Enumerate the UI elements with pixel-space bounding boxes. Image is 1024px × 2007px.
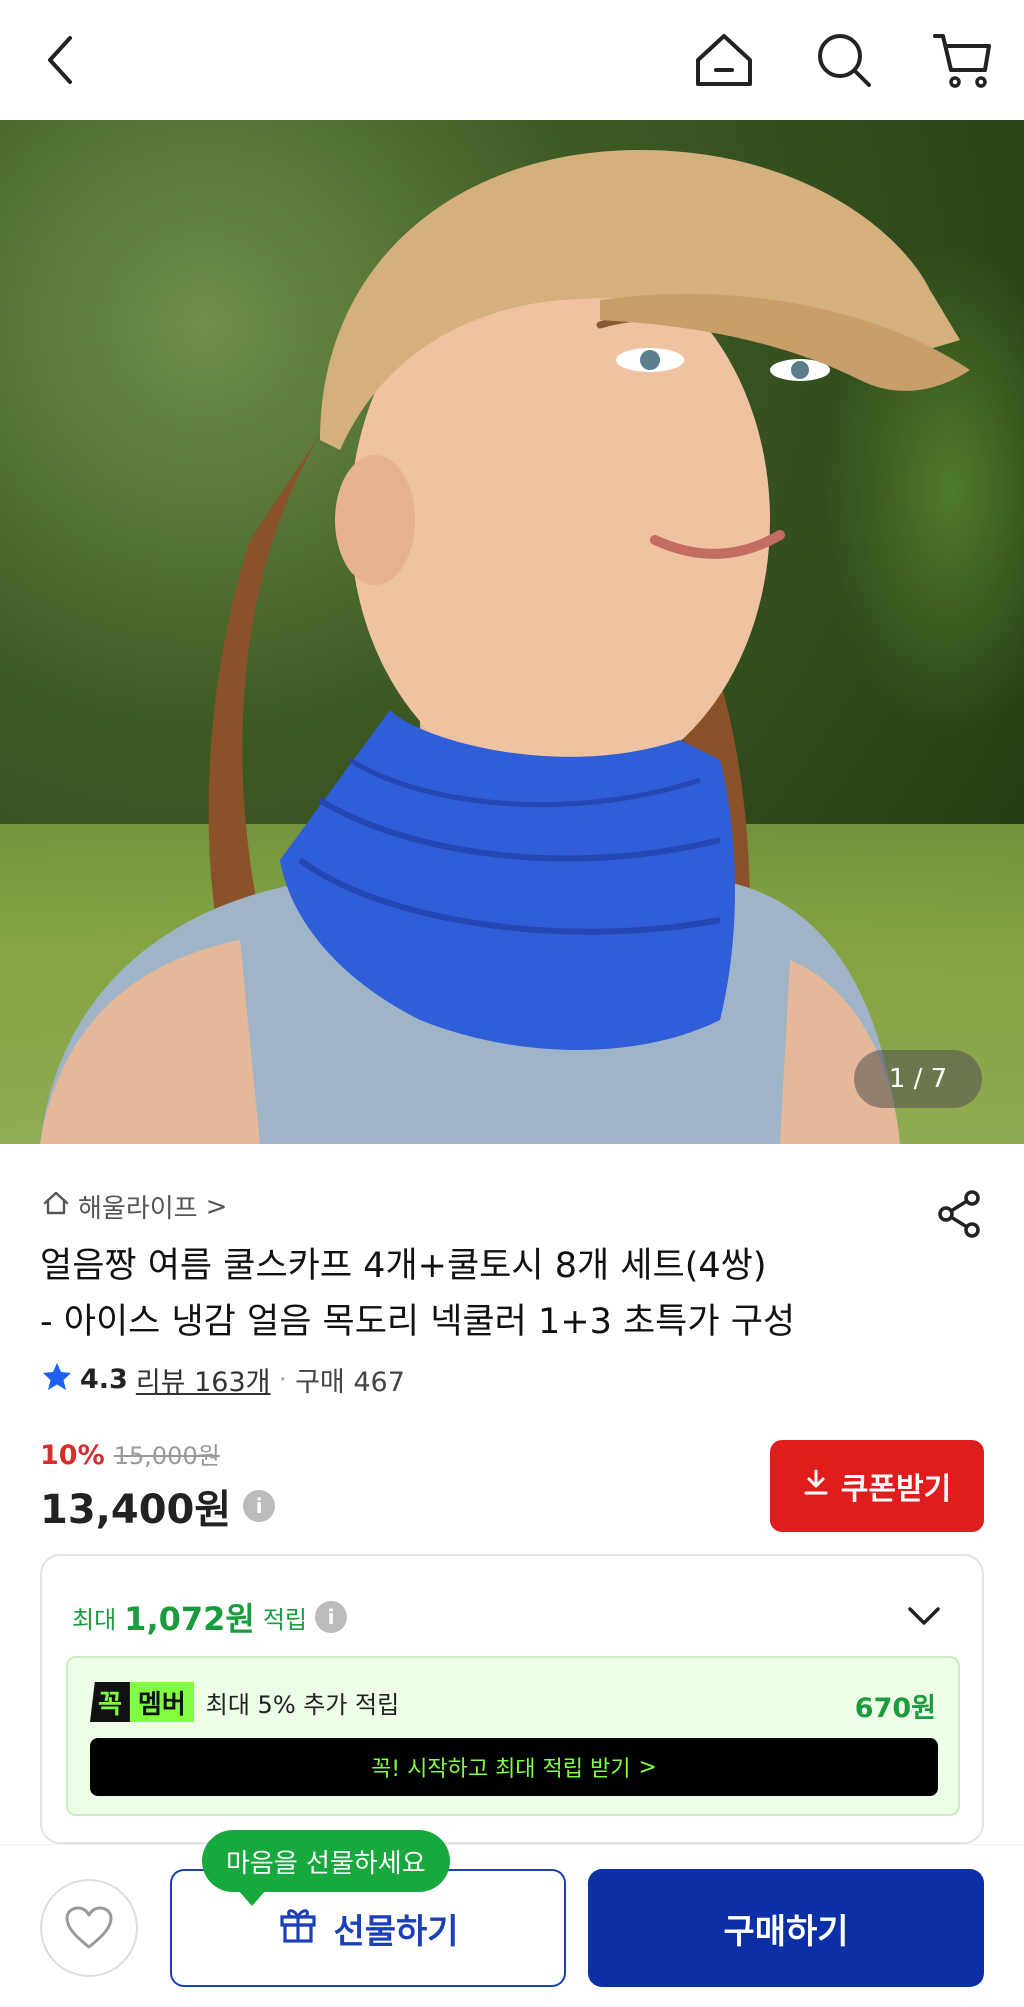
product-image[interactable]: 1 / 7 (0, 120, 1024, 1144)
rating-row: 4.3 리뷰 163개 · 구매 467 (42, 1360, 405, 1399)
share-icon[interactable] (934, 1188, 986, 1240)
store-name: 해울라이프 (78, 1194, 198, 1224)
store-link[interactable]: 해울라이프 > (42, 1188, 227, 1225)
discount-rate: 10% (40, 1440, 105, 1471)
product-title: 얼음짱 여름 쿨스카프 4개+쿨토시 8개 세트(4쌍) - 아이스 냉감 얼음… (40, 1238, 980, 1350)
reward-box: 최대 1,072원 적립 i 꼭 멤버 최대 5% 추가 적립 670원 꼭! … (40, 1554, 984, 1844)
chevron-right-icon: > (205, 1191, 228, 1222)
product-title-line-1: 얼음짱 여름 쿨스카프 4개+쿨토시 8개 세트(4쌍) (40, 1246, 767, 1286)
image-pager: 1 / 7 (854, 1050, 982, 1108)
reward-suffix: 적립 (262, 1605, 308, 1634)
product-title-line-2: - 아이스 냉감 얼음 목도리 넥쿨러 1+3 초특가 구성 (40, 1302, 796, 1342)
back-icon[interactable] (26, 26, 94, 94)
final-price: 13,400원 (40, 1487, 232, 1533)
member-reward-amount: 670원 (854, 1693, 936, 1724)
reward-amount: 1,072원 (124, 1600, 255, 1638)
price-area: 10% 15,000원 13,400원 i (40, 1436, 276, 1535)
reward-prefix: 최대 (72, 1605, 117, 1634)
store-home-icon (42, 1189, 70, 1224)
chevron-right-icon: > (638, 1754, 657, 1780)
member-start-label: 꼭! 시작하고 최대 적립 받기 (371, 1757, 631, 1782)
star-icon (42, 1361, 72, 1398)
search-icon[interactable] (810, 26, 878, 94)
purchase-count: 구매 467 (295, 1367, 405, 1398)
gift-label: 선물하기 (333, 1911, 459, 1952)
buy-button[interactable]: 구매하기 (588, 1869, 984, 1987)
original-price: 15,000원 (113, 1442, 220, 1470)
member-badge-part-1: 꼭 (90, 1682, 130, 1722)
gift-tooltip-bubble: 마음을 선물하세요 (202, 1830, 450, 1906)
member-promo: 꼭 멤버 최대 5% 추가 적립 670원 꼭! 시작하고 최대 적립 받기 > (66, 1656, 960, 1816)
top-bar (0, 0, 1024, 120)
cart-icon[interactable] (928, 26, 996, 94)
reward-info-icon[interactable]: i (315, 1601, 348, 1633)
member-badge-part-2: 멤버 (129, 1682, 194, 1722)
coupon-label: 쿠폰받기 (840, 1472, 952, 1507)
member-badge: 꼭 멤버 (90, 1682, 194, 1722)
home-icon[interactable] (690, 26, 758, 94)
gift-icon (277, 1903, 319, 1954)
model-illustration (40, 150, 970, 1144)
coupon-button[interactable]: 쿠폰받기 (770, 1440, 984, 1532)
chevron-down-icon[interactable] (902, 1594, 946, 1638)
reward-summary: 최대 1,072원 적립 i (72, 1594, 348, 1640)
member-start-button[interactable]: 꼭! 시작하고 최대 적립 받기 > (90, 1738, 938, 1796)
heart-icon[interactable] (40, 1879, 138, 1977)
bottom-action-bar: 선물하기 구매하기 (0, 1844, 1024, 2007)
rating-score: 4.3 (80, 1364, 128, 1395)
separator-dot: · (278, 1364, 288, 1395)
price-info-icon[interactable]: i (243, 1490, 276, 1522)
review-link[interactable]: 리뷰 163개 (136, 1360, 271, 1399)
member-benefit-text: 최대 5% 추가 적립 (205, 1690, 400, 1719)
download-icon (803, 1468, 829, 1504)
